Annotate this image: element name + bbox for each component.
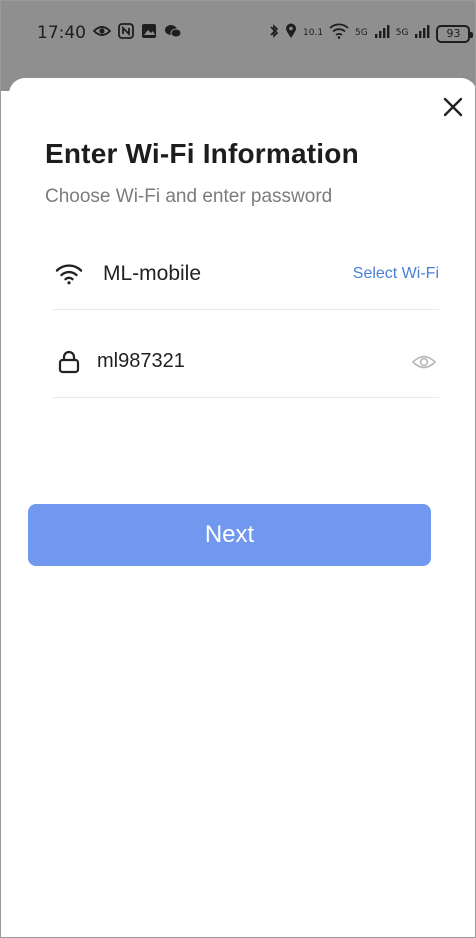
password-row: ml987321 [53, 326, 439, 398]
wifi-status-icon [329, 23, 349, 44]
location-icon [285, 23, 297, 44]
status-time: 17:40 [37, 23, 86, 43]
wifi-icon [53, 258, 85, 290]
wechat-icon [164, 24, 182, 42]
close-button[interactable] [437, 91, 469, 123]
toggle-password-visibility-button[interactable] [409, 350, 439, 374]
status-notification-icons [92, 23, 182, 43]
signal-label-1: 5G [355, 28, 368, 38]
next-button[interactable]: Next [28, 504, 431, 566]
bluetooth-icon [269, 23, 279, 44]
network-speed: 10.1 [303, 28, 324, 38]
wifi-info-sheet: Enter Wi-Fi Information Choose Wi-Fi and… [9, 78, 475, 937]
battery-icon: 93 [436, 24, 474, 43]
signal-bars-icon-2 [414, 24, 430, 43]
close-icon [443, 97, 463, 117]
page-subtitle: Choose Wi-Fi and enter password [45, 186, 333, 207]
password-field[interactable]: ml987321 [97, 350, 409, 373]
page-title: Enter Wi-Fi Information [45, 138, 359, 169]
wifi-ssid: ML-mobile [103, 261, 202, 285]
status-system-icons: 10.1 5G 5G 93 [269, 23, 474, 44]
eye-status-icon [92, 24, 112, 42]
wifi-network-row[interactable]: ML-mobile Select Wi-Fi [53, 238, 439, 310]
select-wifi-link[interactable]: Select Wi-Fi [353, 265, 439, 283]
nfc-icon [118, 23, 134, 43]
eye-icon [411, 355, 437, 368]
gallery-icon [141, 23, 157, 43]
screen: 17:40 10.1 5G 5G 93 Enter Wi-Fi Informat… [0, 0, 476, 938]
lock-icon [53, 346, 85, 378]
signal-label-2: 5G [395, 28, 409, 38]
signal-bars-icon [374, 24, 390, 43]
